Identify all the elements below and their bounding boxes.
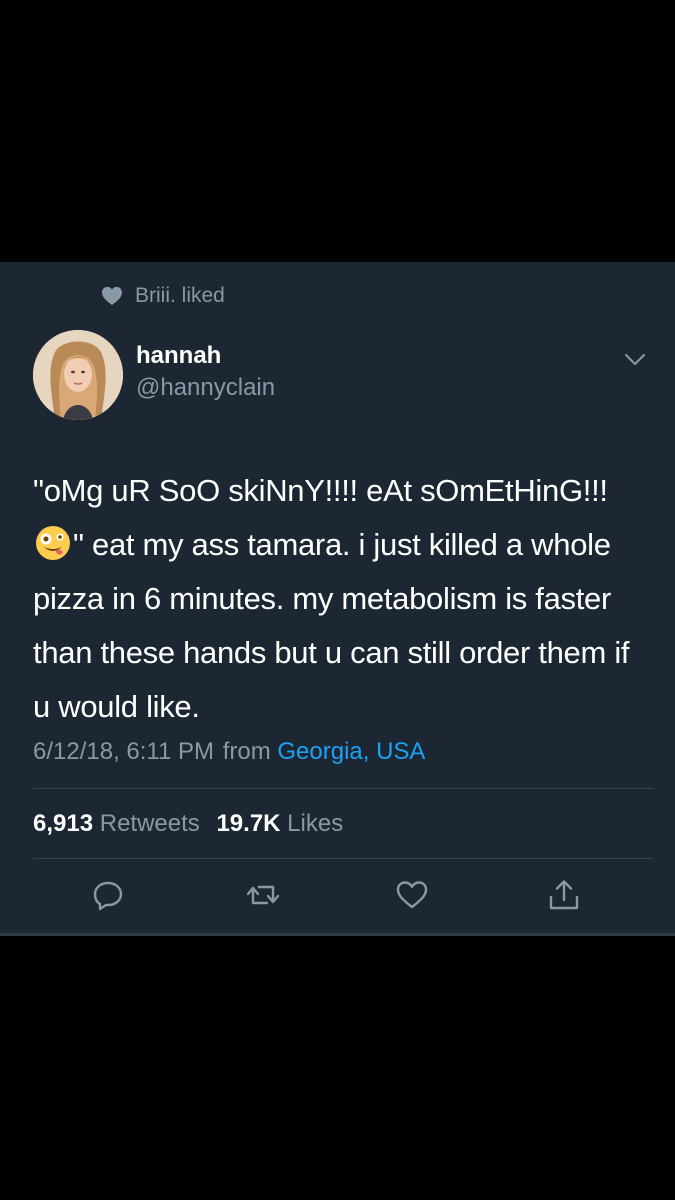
- likes-label: Likes: [287, 810, 344, 837]
- tweet-text-part1: "oMg uR SoO skiNnY!!!! eAt sOmEtHinG!!!: [33, 473, 608, 508]
- likes-count: 19.7K: [216, 810, 281, 837]
- avatar[interactable]: [33, 330, 123, 420]
- retweets-label: Retweets: [99, 810, 200, 837]
- like-icon[interactable]: [395, 878, 429, 912]
- social-context-text: Briii. liked: [135, 284, 225, 307]
- social-context[interactable]: Briii. liked: [101, 284, 225, 308]
- tweet-card: Briii. liked hannah @hannyclain "oMg uR …: [0, 262, 675, 936]
- reply-icon[interactable]: [91, 878, 125, 912]
- from-label: from: [222, 738, 271, 765]
- retweets-stat[interactable]: 6,913 Retweets: [33, 810, 200, 837]
- tweet-text-part2: " eat my ass tamara. i just killed a who…: [33, 527, 630, 724]
- tweet-timestamp-line: 6/12/18, 6:11 PM from Georgia, USA: [33, 738, 425, 766]
- location-link[interactable]: Georgia, USA: [277, 738, 425, 765]
- page: Briii. liked hannah @hannyclain "oMg uR …: [0, 0, 675, 1200]
- zany-face-emoji: [36, 526, 70, 560]
- tweet-stats: 6,913 Retweets 19.7K Likes: [33, 810, 343, 838]
- retweets-count: 6,913: [33, 810, 94, 837]
- divider: [33, 858, 653, 859]
- author-handle[interactable]: @hannyclain: [136, 374, 275, 402]
- chevron-down-icon[interactable]: [622, 350, 648, 370]
- action-bar: [0, 878, 675, 918]
- author-name[interactable]: hannah: [136, 342, 221, 370]
- tweet-timestamp[interactable]: 6/12/18, 6:11 PM: [33, 738, 214, 765]
- heart-icon: [102, 286, 122, 306]
- likes-stat[interactable]: 19.7K Likes: [216, 810, 343, 837]
- tweet-text: "oMg uR SoO skiNnY!!!! eAt sOmEtHinG!!! …: [33, 464, 653, 734]
- share-icon[interactable]: [547, 878, 581, 912]
- divider: [33, 788, 653, 789]
- retweet-icon[interactable]: [246, 878, 280, 912]
